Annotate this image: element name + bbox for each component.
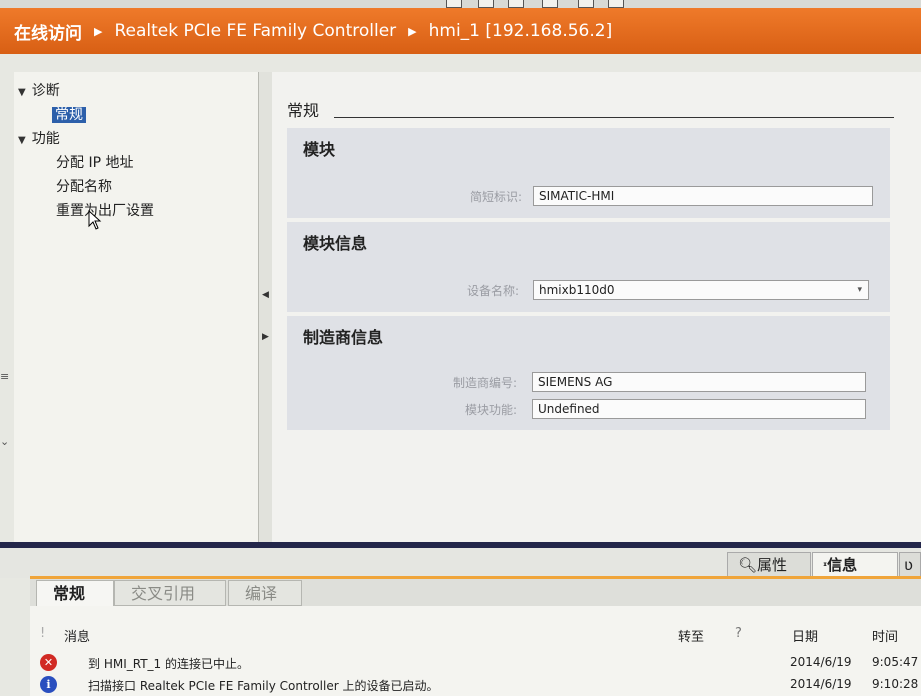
message-text: 到 HMI_RT_1 的连接已中止。 — [88, 657, 249, 671]
tree-item-label: 诊断 — [31, 83, 60, 99]
message-row[interactable]: i 扫描接口 Realtek PCIe FE Family Controller… — [30, 674, 921, 696]
breadcrumb-interface[interactable]: Realtek PCIe FE Family Controller — [114, 21, 396, 41]
tree-item-label: 分配 IP 地址 — [56, 155, 134, 171]
diagnostics-tab-icon: ʋ — [904, 556, 913, 574]
column-goto[interactable]: 转至 — [678, 626, 704, 645]
module-info-group: 模块信息 设备名称: hmixb110d0 ▾ — [287, 222, 890, 312]
toolbar-icon-2[interactable] — [478, 0, 494, 8]
device-name-value: hmixb110d0 — [539, 283, 615, 297]
tab-label: 属性 — [757, 556, 788, 574]
module-function-label: 模块功能: — [464, 403, 517, 417]
device-name-label: 设备名称: — [466, 284, 519, 298]
search-icon: 🔍︎ — [738, 556, 758, 574]
device-name-dropdown[interactable]: hmixb110d0 ▾ — [533, 280, 869, 300]
breadcrumb-separator-icon: ▶ — [408, 24, 417, 38]
manufacturer-field[interactable]: SIEMENS AG — [532, 372, 866, 392]
manufacturer-info-group: 制造商信息 制造商编号: SIEMENS AG 模块功能: Undefined — [287, 316, 890, 430]
tree-item-label: 重置为出厂设置 — [56, 203, 154, 219]
collapse-left-icon[interactable]: ◀ — [262, 290, 269, 300]
title-divider — [334, 117, 894, 118]
column-help[interactable]: ? — [735, 626, 742, 641]
module-function-field[interactable]: Undefined — [532, 399, 866, 419]
tree-item-label: 常规 — [52, 107, 86, 123]
chevron-down-icon[interactable]: ⌄ — [0, 435, 9, 448]
tree-item-label: 功能 — [31, 131, 60, 147]
message-time: 9:05:47 — [872, 655, 919, 669]
toolbar-icon-5[interactable] — [578, 0, 594, 8]
tree-item-general[interactable]: 常规 — [52, 104, 86, 124]
tree-item-assign-name[interactable]: 分配名称 — [56, 176, 112, 196]
column-marker: ! — [40, 626, 46, 641]
edge-strip: ≡ ⌄ — [0, 340, 12, 450]
tab-info[interactable]: ᶦ信息 — [812, 552, 898, 576]
module-group: 模块 简短标识: SIMATIC-HMI — [287, 128, 890, 218]
tab-diagnostics[interactable]: ʋ — [899, 552, 921, 576]
toolbar-icon-1[interactable] — [446, 0, 462, 8]
message-date: 2014/6/19 — [790, 655, 852, 669]
menu-lines-icon[interactable]: ≡ — [0, 370, 9, 383]
subtab-cross-reference[interactable]: 交叉引用 — [114, 580, 226, 606]
toolbar-icon-6[interactable] — [608, 0, 624, 8]
column-date[interactable]: 日期 — [792, 626, 818, 645]
tab-properties[interactable]: 🔍︎属性 — [727, 552, 811, 576]
tab-label: 信息 — [827, 556, 858, 574]
collapse-triangle-icon[interactable]: ▼ — [18, 87, 26, 98]
manufacturer-label: 制造商编号: — [452, 376, 517, 390]
group-title: 模块信息 — [303, 234, 368, 253]
chevron-down-icon[interactable]: ▾ — [857, 281, 862, 299]
error-icon: ✕ — [40, 654, 57, 671]
message-row[interactable]: ✕ 到 HMI_RT_1 的连接已中止。 2014/6/19 9:05:47 — [30, 652, 921, 674]
tree-item-label: 分配名称 — [56, 179, 112, 195]
breadcrumb-separator-icon: ▶ — [94, 24, 103, 38]
toolbar-icon-3[interactable] — [508, 0, 524, 8]
tree-item-diagnostics[interactable]: ▼ 诊断 — [18, 80, 60, 100]
tree-item-functions[interactable]: ▼ 功能 — [18, 128, 60, 148]
column-time[interactable]: 时间 — [872, 626, 898, 645]
subtab-compile[interactable]: 编译 — [228, 580, 302, 606]
message-time: 9:10:28 — [872, 677, 919, 691]
message-text: 扫描接口 Realtek PCIe FE Family Controller 上… — [88, 679, 439, 693]
column-message[interactable]: 消息 — [64, 626, 90, 645]
toolbar-icon-4[interactable] — [542, 0, 558, 8]
info-icon: i — [40, 676, 57, 693]
message-date: 2014/6/19 — [790, 677, 852, 691]
tree-item-factory-reset[interactable]: 重置为出厂设置 — [56, 200, 154, 220]
collapse-triangle-icon[interactable]: ▼ — [18, 135, 26, 146]
navigation-tree: ▼ 诊断 常规 ▼ 功能 分配 IP 地址 分配名称 重置为出厂设置 — [14, 72, 258, 542]
mouse-cursor-icon — [88, 210, 102, 230]
expand-right-icon[interactable]: ▶ — [262, 332, 269, 342]
subtab-general[interactable]: 常规 — [36, 580, 114, 606]
tree-item-assign-ip[interactable]: 分配 IP 地址 — [56, 152, 133, 172]
breadcrumb-device[interactable]: hmi_1 [192.168.56.2] — [429, 21, 613, 41]
breadcrumb: 在线访问 ▶ Realtek PCIe FE Family Controller… — [0, 8, 921, 54]
content-panel: 常规 模块 简短标识: SIMATIC-HMI 模块信息 设备名称: hmixb… — [272, 72, 921, 542]
toolbar — [0, 0, 921, 8]
section-title: 常规 — [287, 101, 320, 120]
short-name-label: 简短标识: — [469, 190, 522, 204]
group-title: 制造商信息 — [303, 328, 384, 347]
short-name-field[interactable]: SIMATIC-HMI — [533, 186, 873, 206]
group-title: 模块 — [303, 140, 336, 159]
breadcrumb-online-access[interactable]: 在线访问 — [14, 19, 82, 44]
